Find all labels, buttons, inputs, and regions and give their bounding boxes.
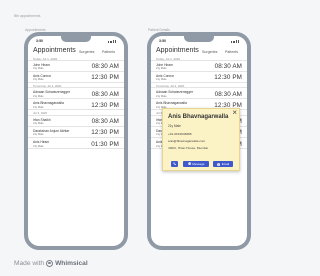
patient-name: Irfan Shaikh — [33, 117, 51, 122]
appointment-time: 12:30 PM — [91, 129, 119, 137]
patient-name: Anis Bhavnagarwalla — [168, 114, 229, 120]
appointment-row[interactable]: Adnaan Schwarzenegger 21y Male 08:30 AM — [28, 88, 124, 99]
patient-meta: 21y Male — [33, 133, 44, 137]
patient-meta: 21y Male — [33, 144, 44, 148]
brand-prefix: Made with — [14, 260, 45, 267]
patient-email: anis@bhavnagarwalla.com — [168, 138, 206, 143]
phone-screen-1: 3:50 Appointments Surgeries Patients Tod… — [28, 36, 124, 246]
appointment-time: 08:30 AM — [91, 63, 119, 71]
message-button[interactable]: Message — [183, 161, 209, 167]
appointment-row[interactable]: Anis Hiram 21y Male 01:30 PM — [28, 138, 124, 149]
signal-icon — [231, 39, 239, 43]
patient-name: Adnaan Schwarzenegger — [156, 90, 194, 94]
patient-meta: 21y Male — [33, 122, 44, 126]
tab-patients[interactable]: Patients — [225, 50, 238, 54]
message-icon — [187, 162, 191, 166]
page-title: Appointments — [156, 47, 199, 54]
patient-meta: 21y Male — [156, 67, 167, 71]
status-bar: 3:50 — [28, 36, 124, 46]
appointment-row[interactable]: Anis Connor 21y Male 12:30 PM — [151, 72, 247, 83]
phone-icon — [173, 162, 176, 166]
patient-phone: +91-9619646888 — [168, 131, 192, 136]
patient-meta: 21y Male — [33, 94, 44, 98]
patient-name: Anis Connor — [156, 73, 175, 78]
app-header: Appointments Surgeries Patients — [151, 46, 247, 55]
whimsical-branding[interactable]: Made with Whimsical — [14, 260, 88, 267]
patient-age-gender: 21y Male — [168, 124, 181, 128]
status-time: 3:50 — [159, 39, 167, 43]
appointment-time: 12:30 PM — [91, 74, 119, 82]
tab-surgeries[interactable]: Surgeries — [202, 50, 217, 54]
patient-name: Anis Hiram — [33, 140, 50, 144]
appointment-row[interactable]: John Hiram 21y Male 08:30 AM — [151, 61, 247, 72]
section-label: Bth appointments — [14, 14, 41, 18]
appointment-time: 12:30 PM — [91, 101, 119, 109]
tab-patients[interactable]: Patients — [102, 50, 115, 54]
appointment-row[interactable]: Adnaan Schwarzenegger 21y Male 08:30 AM — [151, 88, 247, 99]
email-label: Email — [221, 162, 230, 166]
app-header: Appointments Surgeries Patients — [28, 46, 124, 55]
appointment-row[interactable]: John Hiram 21y Male 08:30 AM — [28, 61, 124, 72]
patient-name: Adnaan Schwarzenegger — [33, 90, 71, 94]
whimsical-logo-icon — [46, 260, 54, 267]
message-label: Message — [192, 162, 205, 166]
patient-name: Anis Bhavnagarwalla — [33, 101, 64, 105]
signal-icon — [108, 39, 116, 43]
patient-name: Anis Bhavnagarwalla — [156, 101, 187, 105]
patient-name: Anis Connor — [33, 73, 52, 78]
appointment-time: 08:30 AM — [214, 90, 242, 98]
patient-detail-card: Anis Bhavnagarwalla × 21y Male +91-96196… — [162, 108, 240, 171]
page-title: Appointments — [33, 47, 76, 54]
patient-name: John Hiram — [33, 62, 50, 67]
status-time: 3:50 — [36, 39, 44, 43]
patient-name: John Hiram — [156, 62, 173, 67]
appointment-row[interactable]: Irfan Shaikh 21y Male 08:30 AM — [28, 116, 124, 127]
notch — [184, 36, 214, 42]
email-button[interactable]: Email — [213, 161, 233, 167]
phone-frame-1: 3:50 Appointments Surgeries Patients Tod… — [24, 32, 128, 250]
appointment-time: 12:30 PM — [214, 74, 242, 82]
call-button[interactable] — [171, 161, 178, 167]
status-bar: 3:50 — [151, 36, 247, 46]
appointment-time: 01:30 PM — [91, 140, 119, 148]
appointment-time: 08:30 AM — [91, 90, 119, 98]
patient-meta: 21y Male — [33, 67, 44, 71]
patient-meta: 21y Male — [33, 105, 44, 109]
patient-name: Darakshan Anjum Akhtar — [33, 128, 70, 133]
mail-icon — [216, 162, 221, 166]
appointment-row[interactable]: Anis Connor 21y Male 12:30 PM — [28, 72, 124, 83]
notch — [61, 36, 91, 42]
appointment-time: 08:30 AM — [214, 63, 242, 71]
patient-meta: 21y Male — [156, 94, 167, 98]
patient-address: 430/C, Hiran House, Mumbai — [168, 145, 208, 150]
appointment-row[interactable]: Darakshan Anjum Akhtar 21y Male 12:30 PM — [28, 127, 124, 138]
brand-name: Whimsical — [55, 260, 88, 267]
patient-meta: 21y Male — [33, 78, 44, 82]
appointment-time: 08:30 AM — [91, 118, 119, 126]
tab-surgeries[interactable]: Surgeries — [79, 50, 94, 54]
close-icon[interactable]: × — [232, 108, 237, 117]
appointment-row[interactable]: Anis Bhavnagarwalla 21y Male 12:30 PM — [28, 99, 124, 110]
patient-meta: 21y Male — [156, 78, 167, 82]
